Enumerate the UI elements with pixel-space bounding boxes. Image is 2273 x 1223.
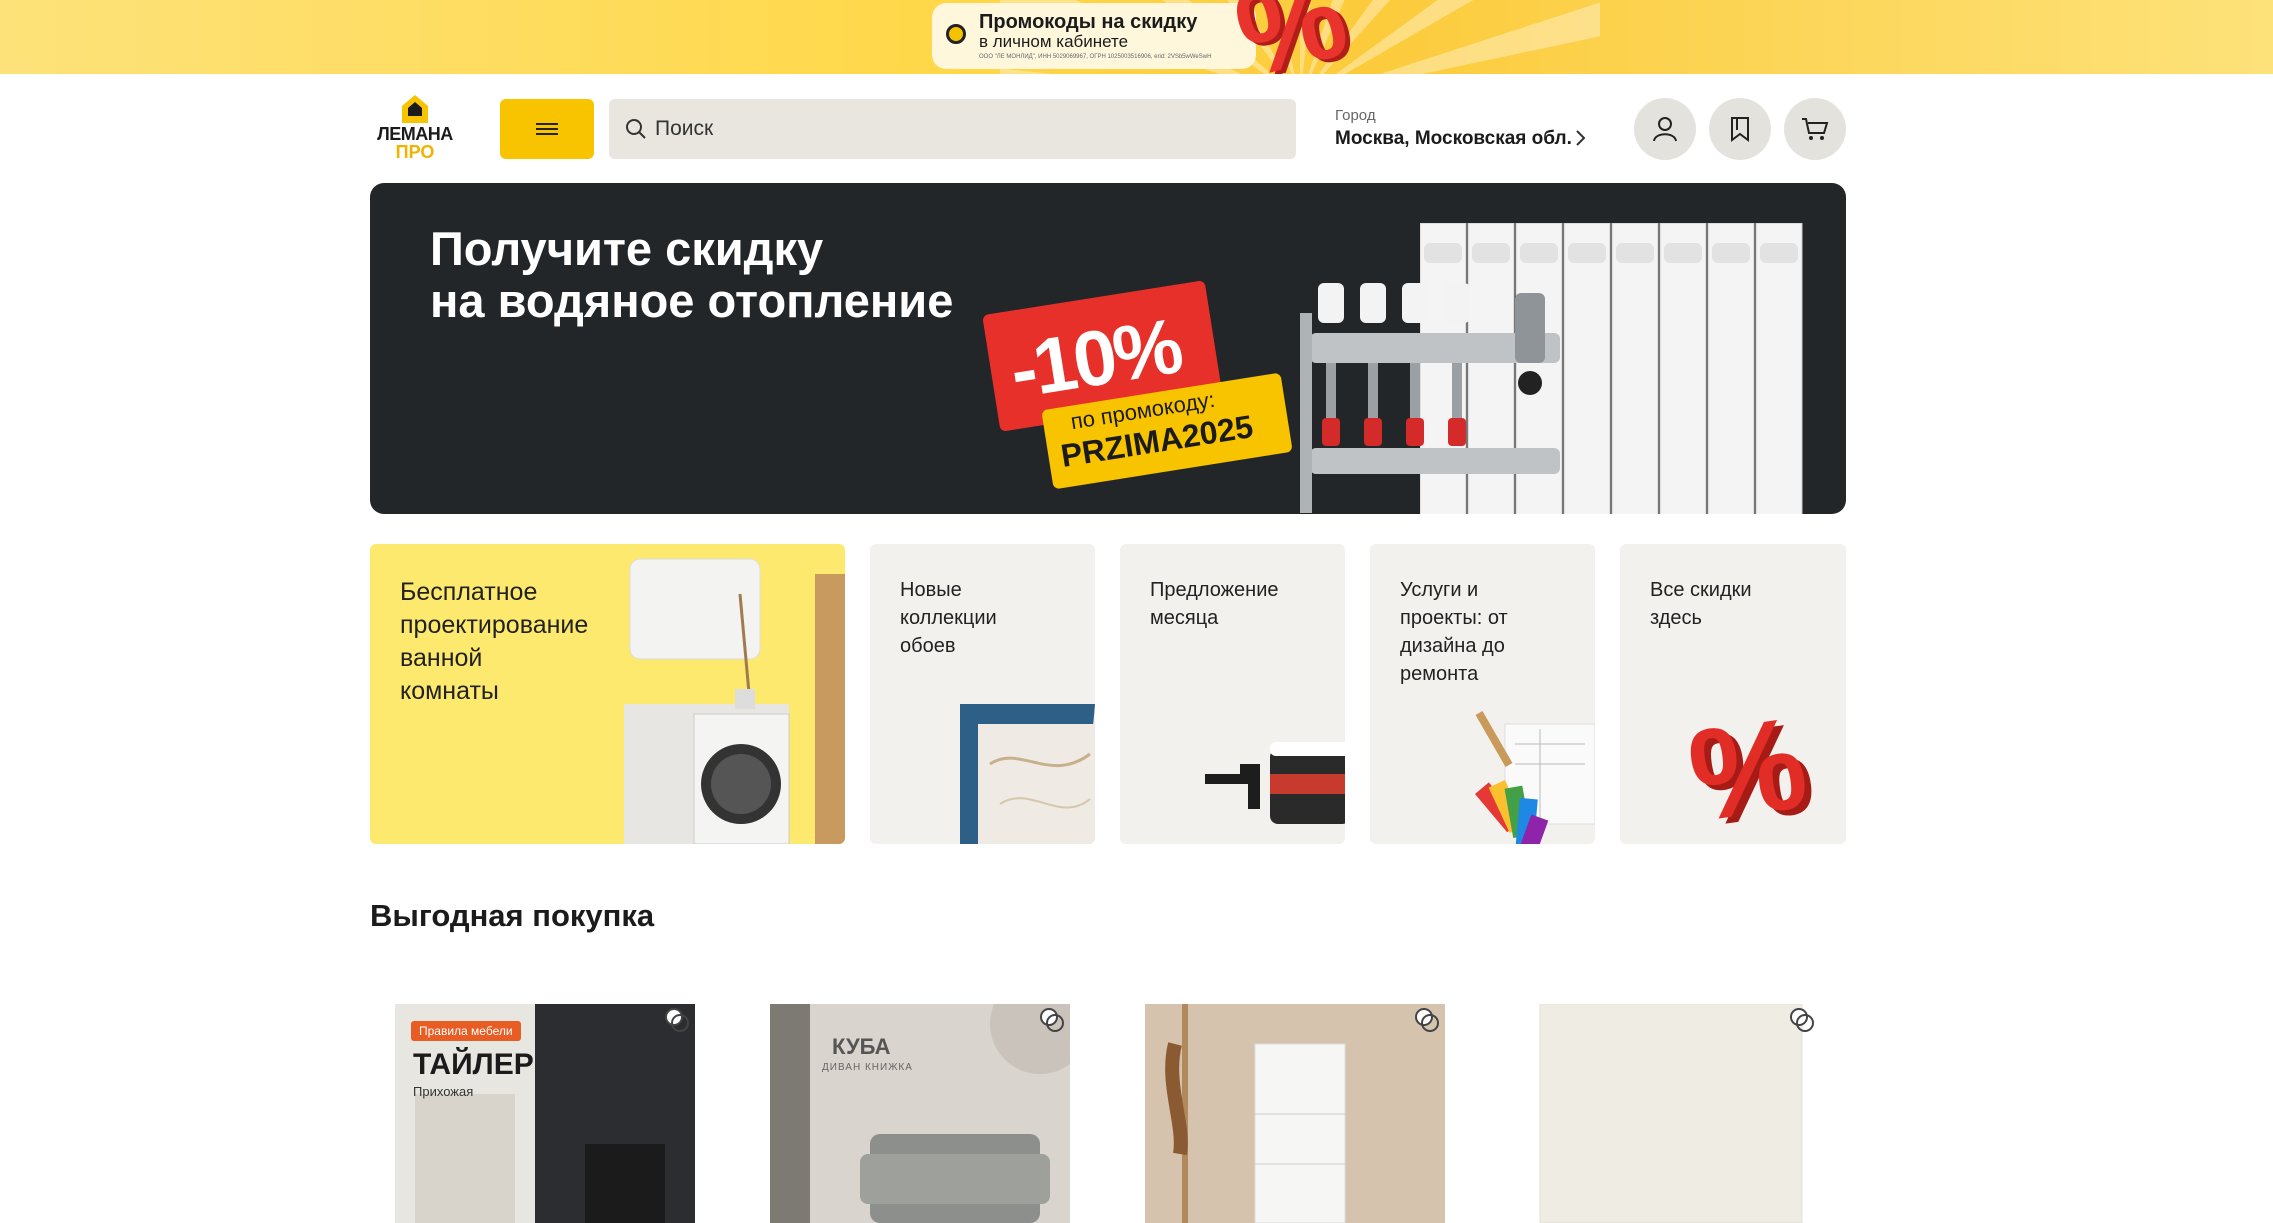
coin-icon [946,24,966,44]
promo-strip[interactable]: Промокоды на скидку в личном кабинете ОО… [0,0,2273,74]
tile-bathroom-design[interactable]: Бесплатное проектирование ванной комнаты [370,544,845,844]
heating-manifold-image [1300,283,1560,513]
product-image [770,1004,1070,1223]
city-selector[interactable]: Город Москва, Московская обл. [1335,107,1572,150]
tile-new-wallpapers[interactable]: Новые коллекции обоев [870,544,1095,844]
product-card[interactable] [1520,1004,1820,1223]
compare-icon[interactable] [1788,1006,1816,1034]
tile-label-text: Бесплатное проектирование ванной комнаты [400,578,589,705]
tile-offer-of-month[interactable]: Предложение месяца [1120,544,1345,844]
bathroom-image [624,558,845,844]
search-icon [626,119,646,139]
favorites-button[interactable] [1709,98,1771,160]
promo-subtitle: в личном кабинете [979,32,1129,51]
product-image [1145,1004,1445,1223]
product-subtitle: ДИВАН КНИЖКА [822,1062,913,1073]
hero-title-line2: на водяное отопление [430,274,954,327]
logo-text-line2: ПРО [395,142,435,162]
hamburger-icon [536,120,558,138]
wallpaper-roll-image [960,704,1095,844]
design-tools-image [1475,711,1595,844]
search-input[interactable] [655,99,1275,159]
bookmark-icon [1731,117,1749,142]
tile-services-projects[interactable]: Услуги и проекты: от дизайна до ремонта [1370,544,1595,844]
tile-label: Все скидки здесь [1650,579,1752,629]
cart-icon [1802,118,1829,140]
compare-icon[interactable] [663,1006,691,1034]
city-label: Город [1335,107,1376,124]
product-card[interactable] [1145,1004,1445,1223]
hero-banner[interactable]: Получите скидку на водяное отопление -10… [370,183,1846,514]
tile-label: Предложение месяца [1150,579,1279,629]
profile-button[interactable] [1634,98,1696,160]
promo-legal-text: ООО "ЛЕ МОНЛИД", ИНН 5029069967, ОГРН 10… [979,54,1212,60]
compare-icon[interactable] [1038,1006,1066,1034]
tile-label: Новые коллекции обоев [900,579,997,657]
catalog-menu-button[interactable] [500,99,594,159]
city-value: Москва, Московская обл. [1335,128,1572,149]
percent-icon: % [1680,688,1816,844]
tile-label: Услуги и проекты: от дизайна до ремонта [1400,579,1508,685]
site-logo[interactable]: ЛЕМАНА ПРО [370,94,460,166]
cart-button[interactable] [1784,98,1846,160]
promo-title: Промокоды на скидку [979,11,1198,33]
hero-title: Получите скидку на водяное отопление [430,223,990,327]
product-name: ТАЙЛЕР [413,1048,534,1081]
chevron-right-icon [1576,130,1586,146]
search-bar[interactable] [609,99,1296,159]
product-image [1520,1004,1820,1223]
product-subtitle: Прихожая [413,1084,474,1099]
tile-all-discounts[interactable]: Все скидки здесь % [1620,544,1846,844]
product-name: КУБА [832,1034,891,1059]
product-badge: Правила мебели [411,1021,521,1041]
faucet-paint-image [1205,742,1345,824]
compare-icon[interactable] [1413,1006,1441,1034]
house-logo-icon [402,95,428,123]
section-title: Выгодная покупка [370,898,655,933]
user-icon [1653,117,1677,142]
hero-title-line1: Получите скидку [430,222,824,275]
product-card[interactable]: КУБА ДИВАН КНИЖКА [770,1004,1070,1223]
product-card[interactable]: Правила мебели ТАЙЛЕР Прихожая [395,1004,695,1223]
tile-label: Бесплатное проектирование ванной комнаты [400,576,588,708]
